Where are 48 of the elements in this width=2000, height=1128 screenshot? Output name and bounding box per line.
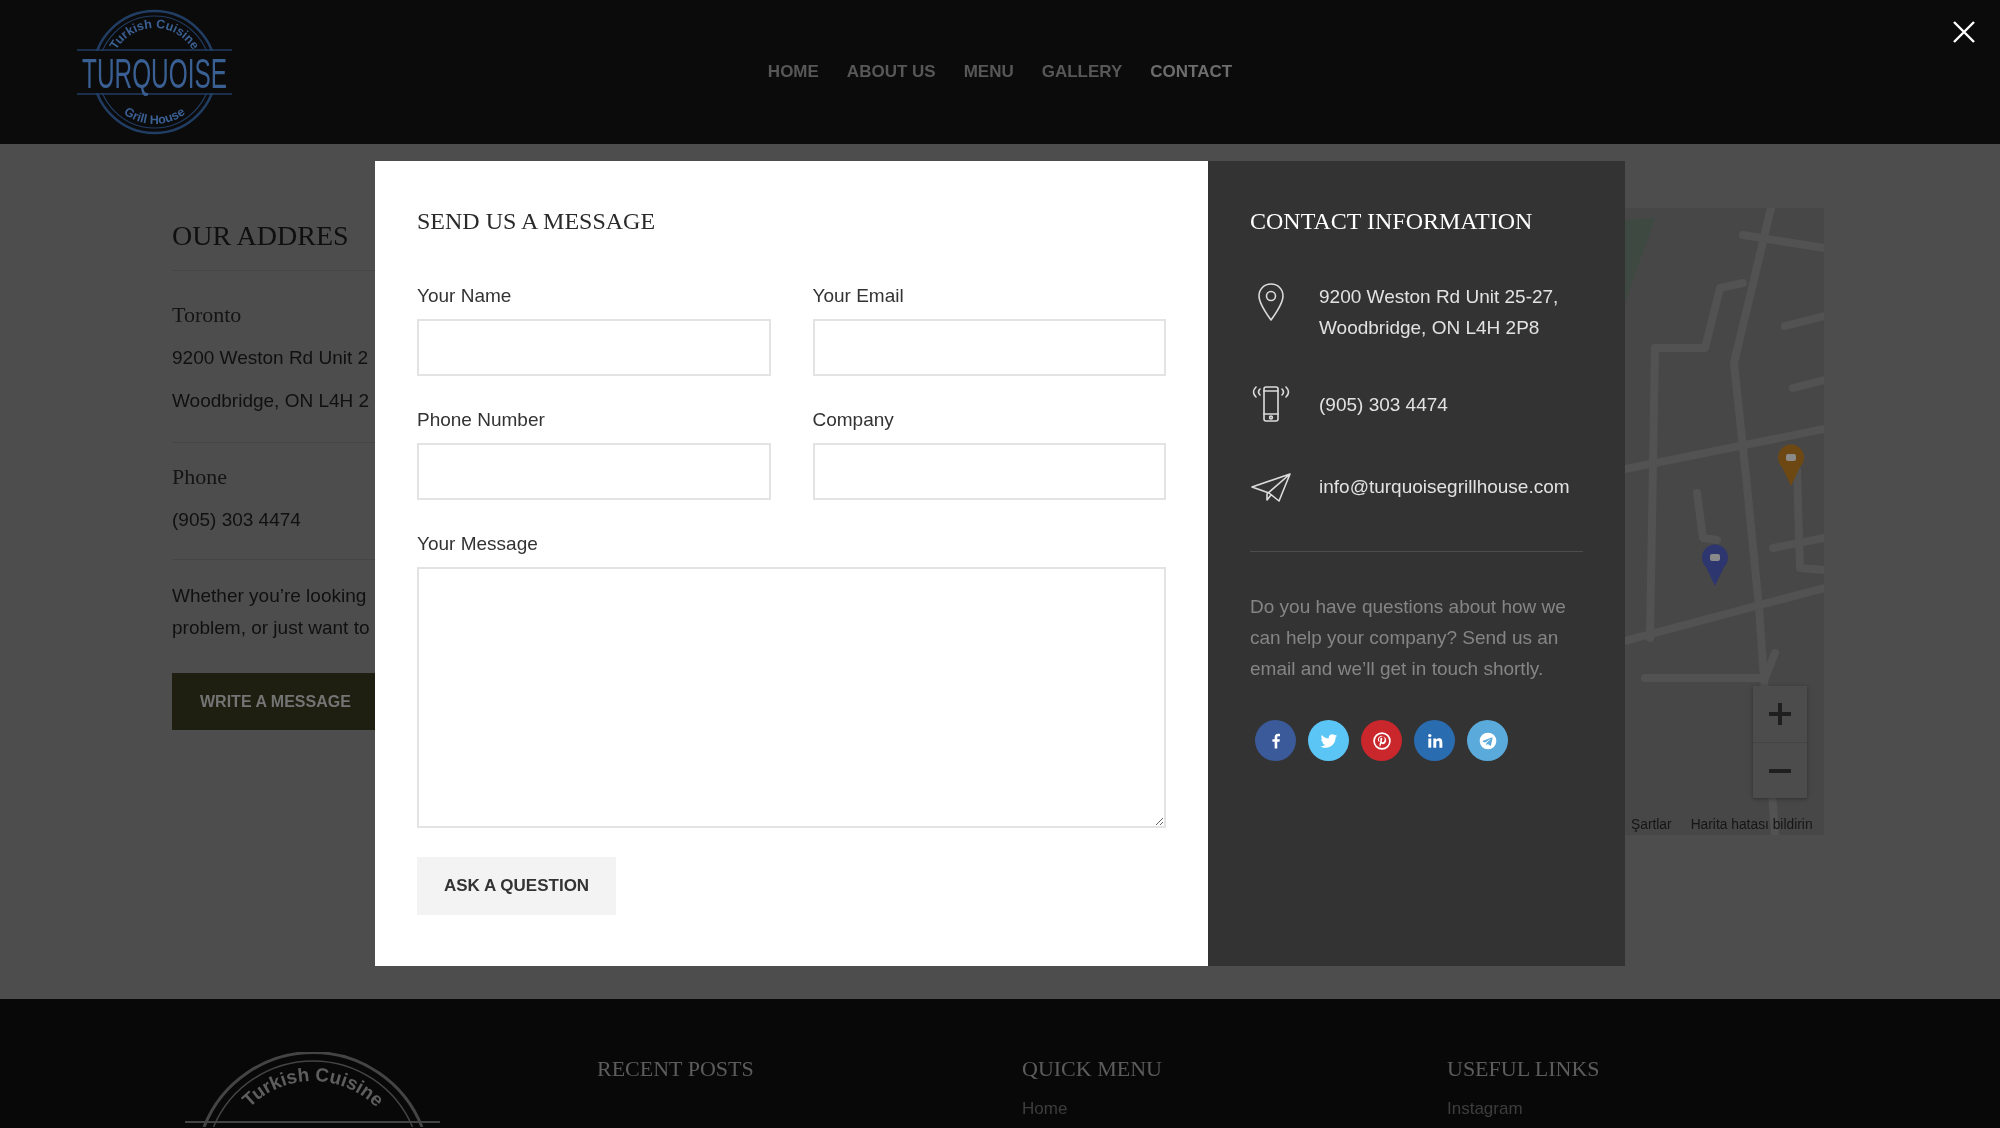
close-icon[interactable] <box>1953 21 1975 43</box>
address-text: 9200 Weston Rd Unit 25-27, Woodbridge, ON L4H 2P8 <box>1319 285 1559 340</box>
footer-heading: QUICK MENU <box>1022 1056 1162 1082</box>
input-field[interactable] <box>812 319 1166 376</box>
intro-paragraph: Whether you’re looking problem, or just want to <box>172 584 370 640</box>
map-pin-icon <box>1778 444 1804 486</box>
address-line: 9200 Weston Rd Unit 2 <box>172 346 369 370</box>
field-label: Your Email <box>812 284 904 308</box>
linkedin-icon[interactable] <box>1414 720 1455 761</box>
address-line: Woodbridge, ON L4H 2 <box>172 389 370 413</box>
twitter-icon[interactable] <box>1308 720 1349 761</box>
nav-link[interactable]: GALLERY <box>1041 62 1123 82</box>
phone-heading: Phone <box>172 463 227 491</box>
ask-question-button[interactable]: ASK A QUESTION <box>417 857 617 915</box>
form-title: SEND US A MESSAGE <box>417 207 656 236</box>
footer-heading: USEFUL LINKS <box>1447 1056 1600 1082</box>
minus-icon <box>1769 768 1791 773</box>
info-title: CONTACT INFORMATION <box>1250 207 1533 236</box>
map-pin-icon <box>1702 544 1728 586</box>
input-field[interactable] <box>812 443 1166 500</box>
write-message-button[interactable]: WRITE A MESSAGE <box>172 673 375 730</box>
city-heading: Toronto <box>172 301 242 329</box>
pinterest-icon[interactable] <box>1361 720 1402 761</box>
field-label: Phone Number <box>417 408 545 432</box>
zoom-out-button[interactable] <box>1753 742 1807 798</box>
phone-number: (905) 303 4474 <box>172 508 301 532</box>
input-field[interactable] <box>417 443 771 500</box>
field-label: Your Name <box>417 284 512 308</box>
input-field[interactable] <box>417 319 771 376</box>
section-heading: OUR ADDRES <box>172 219 349 253</box>
plus-icon <box>1769 703 1791 725</box>
logo-text: TURQUOISE <box>82 50 227 97</box>
message-field[interactable] <box>417 567 1166 828</box>
info-paragraph: Do you have questions about how we can help your company? Send us an email and we’ll get in touch shortly. <box>1250 595 1567 681</box>
field-label: Company <box>812 408 894 432</box>
logo-text: Grill House <box>121 104 188 128</box>
email-address: info@turquoisegrillhouse.com <box>1319 474 1570 499</box>
phone-number: (905) 303 4474 <box>1319 392 1448 417</box>
nav-link[interactable]: MENU <box>963 62 1014 82</box>
footer-heading: RECENT POSTS <box>597 1056 754 1082</box>
phone-icon <box>1250 383 1292 425</box>
telegram-icon[interactable] <box>1467 720 1508 761</box>
nav-link[interactable]: HOME <box>767 62 819 82</box>
zoom-in-button[interactable] <box>1753 686 1807 742</box>
facebook-icon[interactable] <box>1255 720 1296 761</box>
field-label: Your Message <box>417 532 538 556</box>
nav-link[interactable]: ABOUT US <box>846 62 936 82</box>
nav-link[interactable]: CONTACT <box>1150 62 1233 82</box>
